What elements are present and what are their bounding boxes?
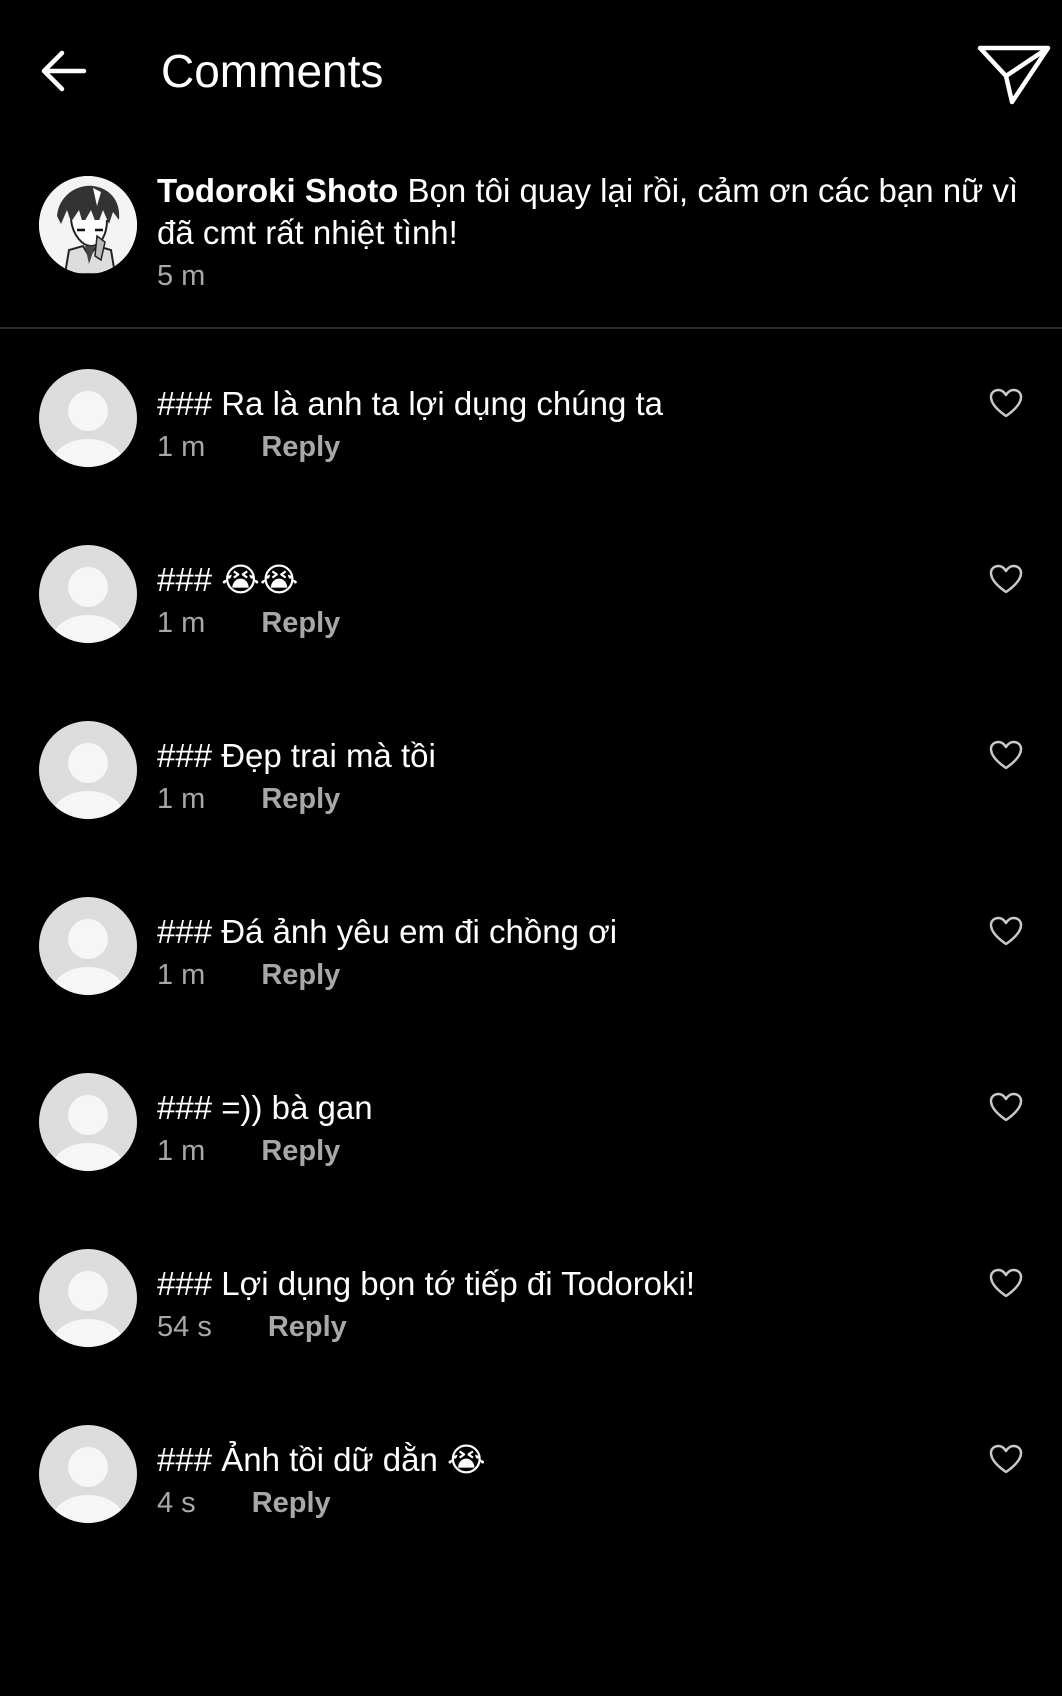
comment-meta: 4 s Reply [157,1485,331,1521]
manga-portrait-image [39,176,137,274]
comment-timestamp: 1 m [157,1135,206,1167]
default-avatar-head [68,1447,108,1487]
comment-meta: 1 m Reply [157,1133,340,1169]
comment-timestamp: 1 m [157,607,206,639]
top-bar: Comments [0,0,1062,142]
like-button[interactable] [988,561,1024,597]
heart-icon [989,564,1023,594]
commenter-avatar[interactable] [39,1249,137,1347]
reply-button[interactable]: Reply [261,429,340,465]
default-avatar-body [51,967,125,995]
comment-text: ### Ảnh tồi dữ dằn 😭 [157,1441,486,1478]
default-avatar-head [68,1095,108,1135]
default-avatar-body [51,439,125,467]
like-button[interactable] [988,1089,1024,1125]
heart-icon [989,1444,1023,1474]
default-avatar-head [68,743,108,783]
comment-text: ### Đá ảnh yêu em đi chồng ơi [157,913,618,950]
default-avatar-body [51,1143,125,1171]
commenter-avatar[interactable] [39,1073,137,1171]
caption-timestamp: 5 m [157,260,206,292]
reply-button[interactable]: Reply [261,1133,340,1169]
default-avatar-body [51,791,125,819]
heart-icon [989,916,1023,946]
comment-timestamp: 1 m [157,959,206,991]
reply-button[interactable]: Reply [261,605,340,641]
comment-item: ### Ra là anh ta lợi dụng chúng ta 1 m Re… [0,369,1062,509]
comment-meta: 1 m Reply [157,781,340,817]
default-avatar-head [68,391,108,431]
comment-item: ### Ảnh tồi dữ dằn 😭 4 s Reply [0,1425,1062,1565]
heart-icon [989,740,1023,770]
reply-button[interactable]: Reply [268,1309,347,1345]
commenter-avatar[interactable] [39,897,137,995]
comment-item: ### Đá ảnh yêu em đi chồng ơi 1 m Reply [0,897,1062,1037]
commenter-avatar[interactable] [39,369,137,467]
comment-item: ### =)) bà gan 1 m Reply [0,1073,1062,1213]
default-avatar-head [68,919,108,959]
comment-text: ### =)) bà gan [157,1089,373,1126]
default-avatar-head [68,1271,108,1311]
paper-plane-icon [977,45,1051,105]
comment-item: ### Đẹp trai mà tồi 1 m Reply [0,721,1062,861]
commenter-avatar[interactable] [39,1425,137,1523]
comment-timestamp: 4 s [157,1487,196,1519]
page-title: Comments [161,45,384,97]
comment-meta: 54 s Reply [157,1309,347,1345]
comment-text: ### Lợi dụng bọn tớ tiếp đi Todoroki! [157,1265,696,1302]
comment-meta: 1 m Reply [157,429,340,465]
like-button[interactable] [988,1441,1024,1477]
commenter-avatar[interactable] [39,545,137,643]
share-button[interactable] [972,30,1056,114]
like-button[interactable] [988,1265,1024,1301]
heart-icon [989,388,1023,418]
like-button[interactable] [988,385,1024,421]
default-avatar-body [51,1319,125,1347]
reply-button[interactable]: Reply [261,957,340,993]
comment-text: ### 😭😭 [157,561,299,598]
default-avatar-head [68,567,108,607]
comment-item: ### Lợi dụng bọn tớ tiếp đi Todoroki! 54… [0,1249,1062,1389]
like-button[interactable] [988,737,1024,773]
default-avatar-body [51,1495,125,1523]
reply-button[interactable]: Reply [261,781,340,817]
author-avatar[interactable] [39,176,137,274]
reply-button[interactable]: Reply [252,1485,331,1521]
comment-meta: 1 m Reply [157,957,340,993]
back-button[interactable] [28,36,98,106]
comment-timestamp: 1 m [157,431,206,463]
commenter-avatar[interactable] [39,721,137,819]
comment-text: ### Đẹp trai mà tồi [157,737,436,774]
arrow-left-icon [41,50,87,92]
like-button[interactable] [988,913,1024,949]
comment-item: ### 😭😭 1 m Reply [0,545,1062,685]
comment-text: ### Ra là anh ta lợi dụng chúng ta [157,385,664,422]
comment-timestamp: 54 s [157,1311,212,1343]
heart-icon [989,1268,1023,1298]
author-username[interactable]: Todoroki Shoto [157,172,398,209]
comment-meta: 1 m Reply [157,605,340,641]
caption-text: Todoroki Shoto Bọn tôi quay lại rồi, cảm… [157,170,1057,254]
default-avatar-body [51,615,125,643]
divider [0,327,1062,329]
heart-icon [989,1092,1023,1122]
comment-timestamp: 1 m [157,783,206,815]
